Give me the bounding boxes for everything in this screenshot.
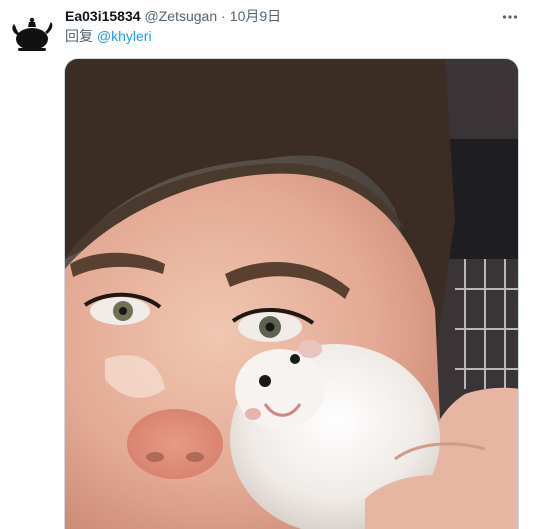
- reply-prefix: 回复: [65, 28, 97, 44]
- tweet-media[interactable]: [64, 58, 519, 529]
- avatar[interactable]: [8, 8, 56, 56]
- separator-dot: ·: [221, 8, 226, 24]
- tweet-header: Ea03i15834 @Zetsugan · 10月9日: [65, 7, 281, 25]
- reply-mention-link[interactable]: @khyleri: [97, 28, 152, 44]
- more-horizontal-icon: [502, 15, 518, 19]
- user-handle[interactable]: @Zetsugan: [145, 7, 218, 25]
- more-button[interactable]: [499, 6, 521, 28]
- media-photo: [65, 59, 518, 529]
- tweet: Ea03i15834 @Zetsugan · 10月9日 回复 @khyleri: [0, 0, 533, 529]
- teapot-silhouette-icon: [12, 17, 53, 51]
- timestamp[interactable]: 10月9日: [230, 7, 281, 25]
- reply-context: 回复 @khyleri: [65, 27, 152, 45]
- display-name[interactable]: Ea03i15834: [65, 7, 141, 25]
